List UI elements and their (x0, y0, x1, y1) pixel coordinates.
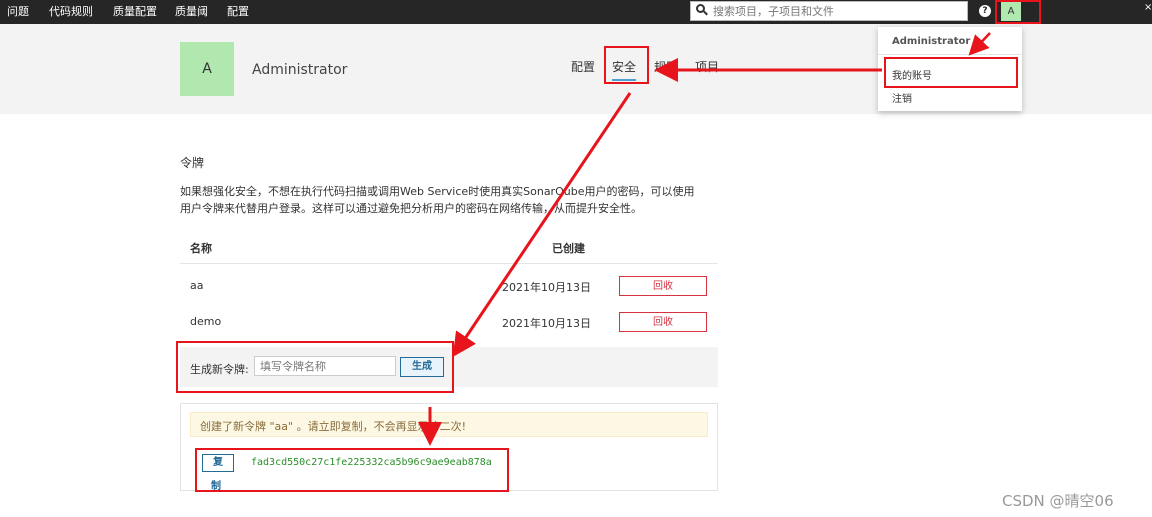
annotation-arrows (418, 32, 991, 446)
arrow-avatar-to-account (968, 32, 991, 56)
arrow-security-to-generate (452, 92, 632, 357)
